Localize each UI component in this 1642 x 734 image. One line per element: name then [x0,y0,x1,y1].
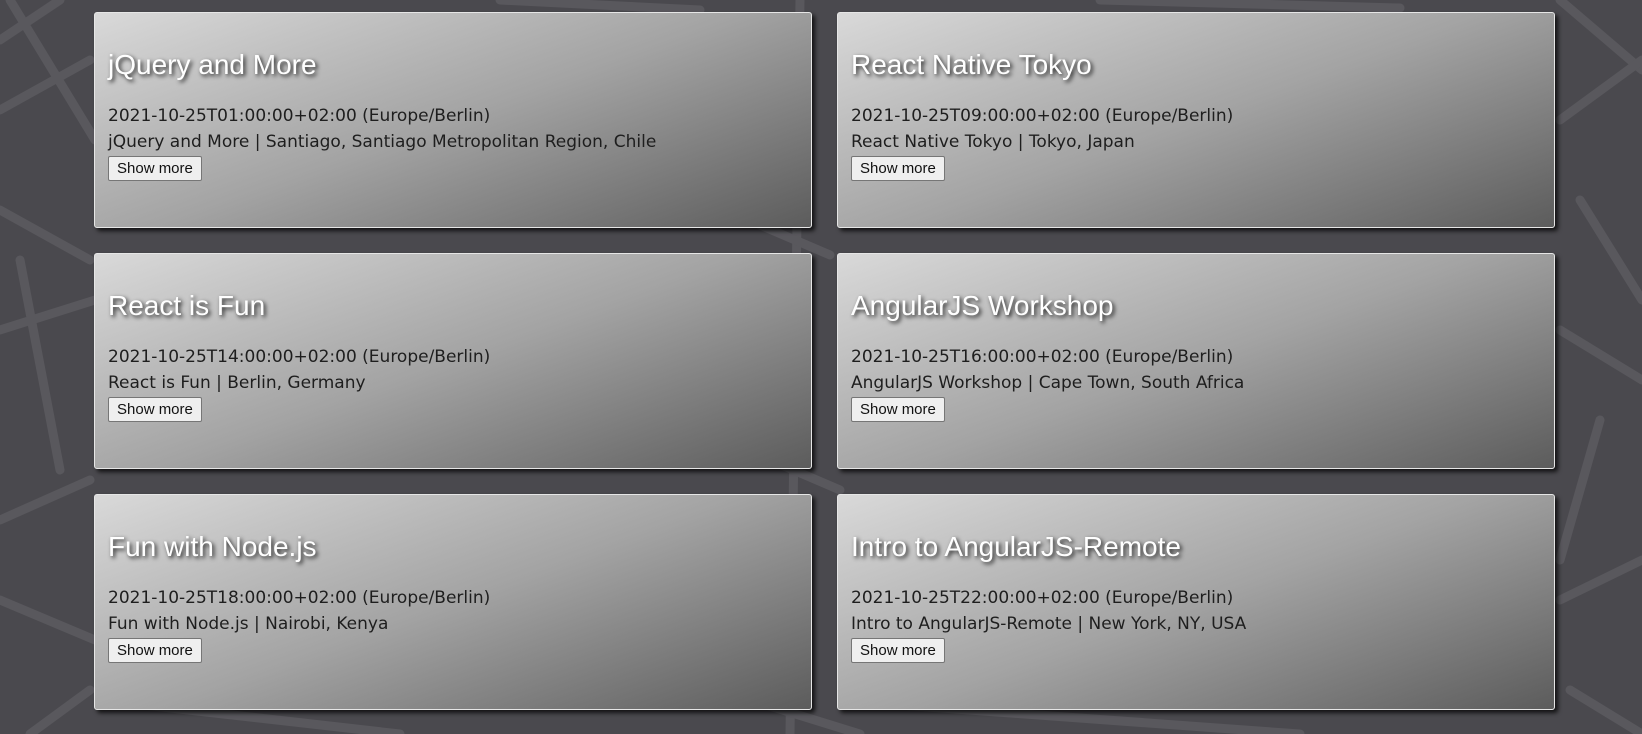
event-description: jQuery and More | Santiago, Santiago Met… [108,132,657,152]
event-date: 2021-10-25T16:00:00+02:00 (Europe/Berlin… [851,347,1234,367]
show-more-button[interactable]: Show more [851,156,945,181]
events-grid: jQuery and More 2021-10-25T01:00:00+02:0… [94,12,1555,710]
event-date: 2021-10-25T22:00:00+02:00 (Europe/Berlin… [851,588,1234,608]
show-more-button[interactable]: Show more [851,397,945,422]
event-title: AngularJS Workshop [851,290,1114,321]
event-description: React Native Tokyo | Tokyo, Japan [851,132,1135,152]
event-title: React is Fun [108,290,266,321]
show-more-button[interactable]: Show more [851,638,945,663]
event-description: AngularJS Workshop | Cape Town, South Af… [851,373,1245,393]
event-card: React Native Tokyo 2021-10-25T09:00:00+0… [837,12,1555,228]
show-more-button[interactable]: Show more [108,397,202,422]
event-title: jQuery and More [108,49,317,80]
show-more-button[interactable]: Show more [108,156,202,181]
event-description: React is Fun | Berlin, Germany [108,373,366,393]
event-date: 2021-10-25T18:00:00+02:00 (Europe/Berlin… [108,588,491,608]
event-card: jQuery and More 2021-10-25T01:00:00+02:0… [94,12,812,228]
event-card: AngularJS Workshop 2021-10-25T16:00:00+0… [837,253,1555,469]
event-title: React Native Tokyo [851,49,1092,80]
event-card: Fun with Node.js 2021-10-25T18:00:00+02:… [94,494,812,710]
event-card: Intro to AngularJS-Remote 2021-10-25T22:… [837,494,1555,710]
event-card: React is Fun 2021-10-25T14:00:00+02:00 (… [94,253,812,469]
show-more-button[interactable]: Show more [108,638,202,663]
event-title: Fun with Node.js [108,531,317,562]
event-description: Intro to AngularJS-Remote | New York, NY… [851,614,1247,634]
event-date: 2021-10-25T01:00:00+02:00 (Europe/Berlin… [108,106,491,126]
event-description: Fun with Node.js | Nairobi, Kenya [108,614,389,634]
event-title: Intro to AngularJS-Remote [851,531,1181,562]
event-date: 2021-10-25T14:00:00+02:00 (Europe/Berlin… [108,347,491,367]
event-date: 2021-10-25T09:00:00+02:00 (Europe/Berlin… [851,106,1234,126]
